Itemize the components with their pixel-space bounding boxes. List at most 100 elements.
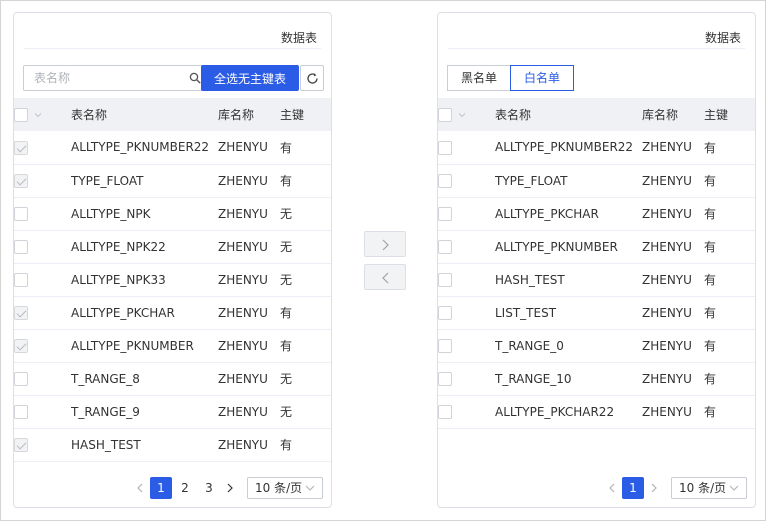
refresh-button[interactable] [300,65,324,91]
chevron-down-icon [305,485,315,491]
table-row[interactable]: ALLTYPE_PKNUMBER ZHENYU 有 [438,230,755,264]
target-table: 表名称 库名称 主键 ALLTYPE_PKNUMBER22 ZHENYU 有 TYPE… [438,98,755,429]
table-row[interactable]: ALLTYPE_PKNUMBER ZHENYU 有 [14,329,331,363]
panel-title: 数据表 [280,31,317,45]
row-checkbox[interactable] [438,140,452,155]
row-checkbox[interactable] [14,338,28,353]
row-checkbox[interactable] [14,404,28,419]
row-checkbox-cell [438,329,495,363]
row-table-name: T_RANGE_10 [495,362,642,396]
table-row[interactable]: ALLTYPE_PKCHAR ZHENYU 有 [438,197,755,231]
prev-page-button[interactable] [131,477,149,499]
page-1-button[interactable]: 1 [150,477,172,499]
row-db-name: ZHENYU [642,395,704,429]
row-checkbox[interactable] [438,371,452,386]
page-size-select[interactable]: 10 条/页 [671,477,747,499]
row-db-name: ZHENYU [218,230,280,264]
row-checkbox[interactable] [14,140,28,155]
row-table-name: T_RANGE_0 [495,329,642,363]
chevron-left-icon [609,483,615,493]
row-db-name: ZHENYU [218,395,280,429]
select-all-checkbox[interactable] [14,107,28,122]
table-row[interactable]: TYPE_FLOAT ZHENYU 有 [438,164,755,198]
chevron-down-icon[interactable] [34,111,42,119]
table-row[interactable]: TYPE_FLOAT ZHENYU 有 [14,164,331,198]
table-row[interactable]: T_RANGE_8 ZHENYU 无 [14,362,331,396]
row-checkbox[interactable] [438,305,452,320]
table-row[interactable]: LIST_TEST ZHENYU 有 [438,296,755,330]
column-header-pk: 主键 [704,98,755,131]
chevron-down-icon[interactable] [458,111,466,119]
table-row[interactable]: HASH_TEST ZHENYU 有 [438,263,755,297]
row-checkbox[interactable] [438,272,452,287]
row-checkbox[interactable] [438,338,452,353]
move-to-left-button[interactable] [364,264,406,290]
row-pk-flag: 有 [704,296,755,330]
row-checkbox[interactable] [14,371,28,386]
page-3-button[interactable]: 3 [198,477,220,499]
table-row[interactable]: ALLTYPE_PKNUMBER22 ZHENYU 有 [438,131,755,165]
row-db-name: ZHENYU [642,197,704,231]
source-table: 表名称 库名称 主键 ALLTYPE_PKNUMBER22 ZHENYU 有 TYPE… [14,98,331,462]
move-to-right-button[interactable] [364,231,406,257]
row-checkbox[interactable] [438,404,452,419]
row-db-name: ZHENYU [218,329,280,363]
search-input[interactable] [24,66,184,90]
row-db-name: ZHENYU [218,296,280,330]
table-row[interactable]: HASH_TEST ZHENYU 有 [14,428,331,462]
column-header-name: 表名称 [495,98,642,131]
table-row[interactable]: ALLTYPE_NPK ZHENYU 无 [14,197,331,231]
search-box [23,65,211,91]
table-row[interactable]: T_RANGE_9 ZHENYU 无 [14,395,331,429]
row-db-name: ZHENYU [642,296,704,330]
prev-page-button[interactable] [603,477,621,499]
tab-whitelist[interactable]: 白名单 [510,65,575,91]
target-table-panel: 数据表 黑名单 白名单 表名称 库名称 主键 ALLTYPE_PKNUMBER2… [437,12,756,508]
column-header-name: 表名称 [71,98,218,131]
row-db-name: ZHENYU [218,131,280,165]
select-all-checkbox[interactable] [438,107,452,122]
row-checkbox[interactable] [14,206,28,221]
row-pk-flag: 有 [704,164,755,198]
row-pk-flag: 无 [280,395,331,429]
page-1-button[interactable]: 1 [622,477,644,499]
row-checkbox-cell [438,230,495,264]
tab-blacklist[interactable]: 黑名单 [447,65,512,91]
table-row[interactable]: ALLTYPE_PKCHAR22 ZHENYU 有 [438,395,755,429]
row-pk-flag: 有 [704,362,755,396]
row-checkbox[interactable] [14,173,28,188]
chevron-left-icon [137,483,143,493]
row-checkbox[interactable] [14,239,28,254]
row-checkbox[interactable] [14,272,28,287]
row-table-name: T_RANGE_9 [71,395,218,429]
row-checkbox[interactable] [438,173,452,188]
row-checkbox[interactable] [438,239,452,254]
row-checkbox-cell [14,296,71,330]
row-checkbox[interactable] [14,437,28,452]
page-2-button[interactable]: 2 [174,477,196,499]
row-checkbox[interactable] [438,206,452,221]
search-icon[interactable] [189,72,201,84]
source-table-panel: 数据表 全选无主键表 表名称 库名称 主键 ALLTYPE_PKNUMBER 2 [13,12,332,508]
table-row[interactable]: ALLTYPE_PKCHAR ZHENYU 有 [14,296,331,330]
row-checkbox-cell [14,131,71,165]
table-row[interactable]: ALLTYPE_NPK33 ZHENYU 无 [14,263,331,297]
row-pk-flag: 有 [704,230,755,264]
row-table-name: ALLTYPE_PKNUMBER22 [71,131,218,165]
page-size-select[interactable]: 10 条/页 [247,477,323,499]
row-checkbox-cell [438,164,495,198]
row-checkbox-cell [14,329,71,363]
source-pagination: 1 2 3 10 条/页 [131,477,323,499]
chevron-right-icon [227,483,233,493]
header-checkbox-cell [14,98,71,131]
row-table-name: ALLTYPE_PKNUMBER [71,329,218,363]
table-row[interactable]: ALLTYPE_NPK22 ZHENYU 无 [14,230,331,264]
table-row[interactable]: ALLTYPE_PKNUMBER22 ZHENYU 有 [14,131,331,165]
select-all-no-pk-button[interactable]: 全选无主键表 [201,65,299,91]
row-checkbox[interactable] [14,305,28,320]
next-page-button[interactable] [645,477,663,499]
table-row[interactable]: T_RANGE_10 ZHENYU 有 [438,362,755,396]
next-page-button[interactable] [221,477,239,499]
table-row[interactable]: T_RANGE_0 ZHENYU 有 [438,329,755,363]
row-checkbox-cell [438,296,495,330]
